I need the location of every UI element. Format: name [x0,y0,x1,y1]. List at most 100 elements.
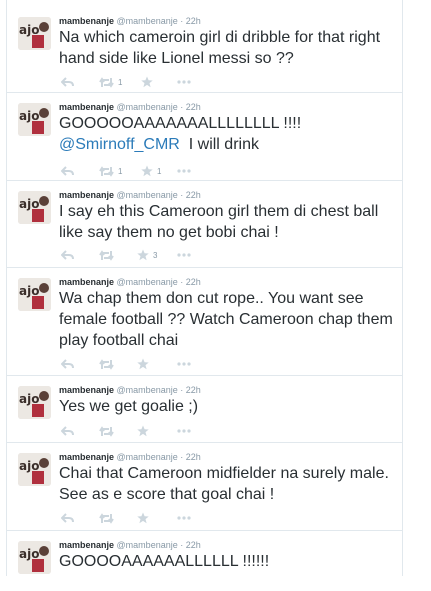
tweet[interactable]: ajo mambenanje @mambenanje · 22h I say e… [7,181,402,268]
reply-button[interactable] [61,75,74,89]
author-name[interactable]: mambenanje [59,190,114,200]
author-handle[interactable]: @mambenanje [117,385,178,395]
retweet-button[interactable] [99,248,118,262]
star-icon [137,425,149,437]
reply-icon [61,425,74,436]
tweet-actions [59,424,259,438]
more-button[interactable] [177,75,191,89]
reply-button[interactable] [61,424,74,438]
author-name[interactable]: mambenanje [59,540,114,550]
star-icon [137,358,149,370]
reply-button[interactable] [61,511,74,525]
reply-button[interactable] [61,164,74,178]
timestamp[interactable]: 22h [186,452,201,462]
tweet-text-after: I will drink [188,136,259,153]
more-button[interactable] [177,357,191,371]
favorite-button[interactable]: 3 [137,248,157,262]
svg-text:ajo: ajo [19,109,39,123]
tweet-header: mambenanje @mambenanje · 22h [59,385,201,396]
author-handle[interactable]: @mambenanje [117,452,178,462]
more-icon [177,516,191,520]
author-name[interactable]: mambenanje [59,16,114,26]
favorite-button[interactable] [137,357,149,371]
favorite-button[interactable] [137,511,149,525]
retweet-count: 1 [118,166,123,176]
retweet-icon [99,425,114,437]
tweet-text-main: GOOOOOAAAAAAALLLLLLLL !!!! [59,115,302,132]
reply-button[interactable] [61,248,74,262]
tweet-header: mambenanje @mambenanje · 22h [59,452,201,463]
tweet-text: I say eh this Cameroon girl them di ches… [59,203,379,241]
timestamp[interactable]: 22h [186,540,201,550]
author-name[interactable]: mambenanje [59,277,114,287]
reply-icon [61,76,74,87]
author-handle[interactable]: @mambenanje [117,102,178,112]
more-icon [177,253,191,257]
retweet-icon [99,76,114,88]
author-handle[interactable]: @mambenanje [117,540,178,550]
mention-link[interactable]: @Smirnoff_CMR [59,136,180,153]
avatar[interactable]: ajo [18,453,51,486]
author-handle[interactable]: @mambenanje [117,16,178,26]
tweet-text: Yes we get goalie ;) [59,398,199,415]
tweet-header: mambenanje @mambenanje · 22h [59,540,201,551]
tweet-text: Wa chap them don cut rope.. You want see… [59,290,393,349]
author-name[interactable]: mambenanje [59,102,114,112]
more-button[interactable] [177,424,191,438]
favorite-count: 3 [153,250,158,260]
tweet-text: Na which cameroin girl di dribble for th… [59,29,381,67]
retweet-button[interactable]: 1 [99,164,122,178]
more-button[interactable] [177,511,191,525]
avatar[interactable]: ajo [18,386,51,419]
avatar[interactable]: ajo [18,541,51,574]
tweet-header: mambenanje @mambenanje · 22h [59,190,201,201]
retweet-button[interactable] [99,357,114,371]
svg-text:ajo: ajo [19,284,39,298]
timestamp[interactable]: 22h [186,16,201,26]
more-icon [177,362,191,366]
favorite-button[interactable]: 1 [141,164,161,178]
author-name[interactable]: mambenanje [59,385,114,395]
timestamp[interactable]: 22h [186,102,201,112]
retweet-button[interactable] [99,511,114,525]
favorite-button[interactable] [141,75,157,89]
timestamp[interactable]: 22h [186,385,201,395]
retweet-icon [99,512,114,524]
avatar[interactable]: ajo [18,191,51,224]
author-handle[interactable]: @mambenanje [117,277,178,287]
tweet[interactable]: ajo mambenanje @mambenanje · 22h Na whic… [7,0,402,93]
tweet[interactable]: ajo mambenanje @mambenanje · 22h Chai th… [7,443,402,531]
tweet-actions: 1 [59,75,259,89]
tweet[interactable]: ajo mambenanje @mambenanje · 22h GOOOOOA… [7,93,402,181]
timestamp[interactable]: 22h [186,277,201,287]
more-button[interactable] [177,248,191,262]
avatar[interactable]: ajo [18,278,51,311]
tweet[interactable]: ajo mambenanje @mambenanje · 22h Yes we … [7,376,402,443]
retweet-button[interactable] [99,424,114,438]
star-icon [137,512,149,524]
tweet-text: Chai that Cameroon midfielder na surely … [59,465,389,503]
author-name[interactable]: mambenanje [59,452,114,462]
retweet-button[interactable]: 1 [99,75,122,89]
reply-icon [61,249,74,260]
separator: · [180,16,184,26]
separator: · [180,385,184,395]
timestamp[interactable]: 22h [186,190,201,200]
more-button[interactable] [177,164,191,178]
separator: · [180,277,184,287]
scrollbar[interactable] [418,0,431,576]
favorite-button[interactable] [137,424,149,438]
more-icon [177,80,191,84]
tweet[interactable]: ajo mambenanje @mambenanje · 22h GOOOOAA… [7,531,402,591]
avatar[interactable]: ajo [18,17,51,50]
favorite-count: 1 [157,166,162,176]
avatar[interactable]: ajo [18,103,51,136]
tweet[interactable]: ajo mambenanje @mambenanje · 22h Wa chap… [7,268,402,376]
author-handle[interactable]: @mambenanje [117,190,178,200]
reply-button[interactable] [61,357,74,371]
separator: · [180,102,184,112]
retweet-icon [99,358,114,370]
svg-text:ajo: ajo [19,392,39,406]
tweet-actions [59,357,259,371]
retweet-icon [99,165,114,177]
